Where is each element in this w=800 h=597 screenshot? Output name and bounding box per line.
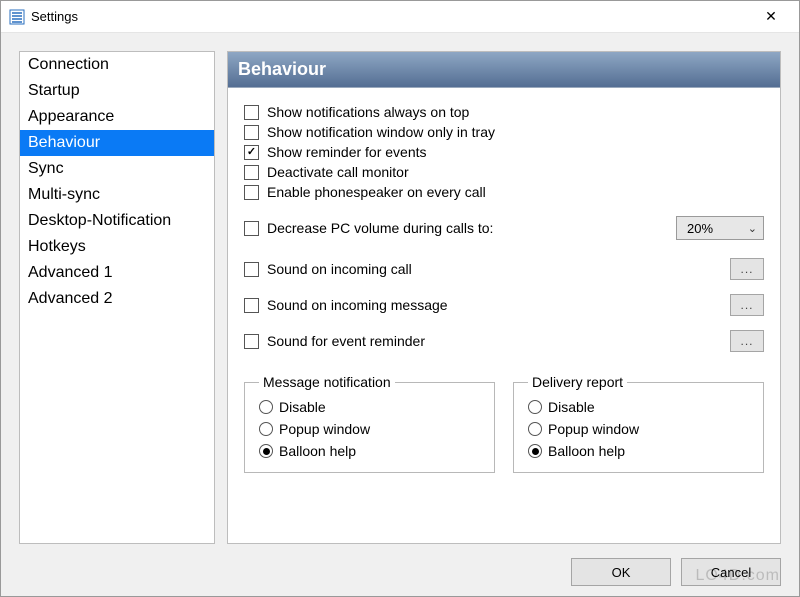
sidebar-item-label: Multi-sync: [28, 186, 100, 203]
sidebar-item-label: Advanced 1: [28, 264, 113, 281]
radio-row: Disable: [259, 396, 480, 418]
radio-row: Popup window: [528, 418, 749, 440]
sidebar-item-behaviour[interactable]: Behaviour: [20, 130, 214, 156]
sound-checkbox[interactable]: [244, 334, 259, 349]
radio-button[interactable]: [528, 444, 542, 458]
ok-button[interactable]: OK: [571, 558, 671, 586]
content-panel: Behaviour Show notifications always on t…: [227, 51, 781, 544]
radio-button[interactable]: [259, 400, 273, 414]
checkbox-label: Show notification window only in tray: [267, 122, 495, 142]
sound-checkbox[interactable]: [244, 298, 259, 313]
sidebar-item-label: Startup: [28, 82, 80, 99]
checkbox[interactable]: [244, 105, 259, 120]
checkbox-label: Show notifications always on top: [267, 102, 469, 122]
group-legend: Delivery report: [528, 374, 627, 390]
check-row: Enable phonespeaker on every call: [244, 182, 764, 202]
check-row: Deactivate call monitor: [244, 162, 764, 182]
volume-percent-select[interactable]: 20% ⌄: [676, 216, 764, 240]
radio-button[interactable]: [528, 422, 542, 436]
settings-window: Settings ✕ Connection Startup Appearance Be…: [0, 0, 800, 597]
radio-button[interactable]: [528, 400, 542, 414]
panel-body: Show notifications always on topShow not…: [228, 88, 780, 543]
check-row: Show notification window only in tray: [244, 122, 764, 142]
sidebar-item-label: Desktop-Notification: [28, 212, 171, 229]
sound-row: Sound on incoming message...: [244, 294, 764, 316]
check-row: Show notifications always on top: [244, 102, 764, 122]
sidebar-item-multi-sync[interactable]: Multi-sync: [20, 182, 214, 208]
sidebar-item-appearance[interactable]: Appearance: [20, 104, 214, 130]
checkbox-label: Show reminder for events: [267, 142, 427, 162]
checkbox-label: Enable phonespeaker on every call: [267, 182, 486, 202]
sidebar-item-sync[interactable]: Sync: [20, 156, 214, 182]
group-delivery-report: Delivery report DisablePopup windowBalloo…: [513, 374, 764, 473]
cancel-button[interactable]: Cancel: [681, 558, 781, 586]
sound-label: Sound for event reminder: [267, 333, 722, 349]
decrease-volume-checkbox[interactable]: [244, 221, 259, 236]
group-message-notification: Message notification DisablePopup windowB…: [244, 374, 495, 473]
radio-row: Balloon help: [528, 440, 749, 462]
sidebar-item-label: Behaviour: [28, 134, 100, 151]
sidebar-item-connection[interactable]: Connection: [20, 52, 214, 78]
browse-button[interactable]: ...: [730, 294, 764, 316]
window-title: Settings: [31, 9, 751, 24]
titlebar: Settings ✕: [1, 1, 799, 33]
volume-row: Decrease PC volume during calls to: 20% …: [244, 216, 764, 240]
sidebar-item-label: Advanced 2: [28, 290, 113, 307]
radio-label: Disable: [548, 396, 595, 418]
sound-list: Sound on incoming call...Sound on incomi…: [244, 244, 764, 352]
panes: Connection Startup Appearance Behaviour Sync…: [19, 51, 781, 544]
sidebar-item-hotkeys[interactable]: Hotkeys: [20, 234, 214, 260]
client-area: Connection Startup Appearance Behaviour Sync…: [1, 33, 799, 596]
check-list: Show notifications always on topShow not…: [244, 102, 764, 202]
radio-row: Popup window: [259, 418, 480, 440]
chevron-down-icon: ⌄: [748, 222, 757, 235]
radio-label: Balloon help: [548, 440, 625, 462]
sidebar-item-label: Connection: [28, 56, 109, 73]
sidebar-item-advanced-2[interactable]: Advanced 2: [20, 286, 214, 312]
sidebar-item-desktop-notification[interactable]: Desktop-Notification: [20, 208, 214, 234]
browse-button[interactable]: ...: [730, 258, 764, 280]
check-row: Show reminder for events: [244, 142, 764, 162]
sidebar-item-label: Sync: [28, 160, 64, 177]
sidebar-item-label: Appearance: [28, 108, 114, 125]
group-legend: Message notification: [259, 374, 395, 390]
checkbox-label: Deactivate call monitor: [267, 162, 409, 182]
close-icon: ✕: [765, 8, 777, 25]
radio-button[interactable]: [259, 422, 273, 436]
radio-button[interactable]: [259, 444, 273, 458]
radio-row: Disable: [528, 396, 749, 418]
sidebar-item-label: Hotkeys: [28, 238, 86, 255]
checkbox[interactable]: [244, 125, 259, 140]
sound-label: Sound on incoming message: [267, 297, 722, 313]
checkbox[interactable]: [244, 165, 259, 180]
radio-label: Popup window: [279, 418, 370, 440]
sound-label: Sound on incoming call: [267, 261, 722, 277]
radio-label: Disable: [279, 396, 326, 418]
dialog-buttons: OK Cancel: [19, 544, 781, 586]
sound-row: Sound for event reminder...: [244, 330, 764, 352]
radio-label: Balloon help: [279, 440, 356, 462]
sidebar-item-advanced-1[interactable]: Advanced 1: [20, 260, 214, 286]
sound-checkbox[interactable]: [244, 262, 259, 277]
app-icon: [9, 9, 25, 25]
close-button[interactable]: ✕: [751, 1, 791, 32]
volume-percent-value: 20%: [687, 221, 713, 236]
group-list: Message notificationDisablePopup windowB…: [244, 374, 764, 473]
decrease-volume-label: Decrease PC volume during calls to:: [267, 220, 668, 236]
panel-title: Behaviour: [228, 52, 780, 88]
checkbox[interactable]: [244, 185, 259, 200]
radio-label: Popup window: [548, 418, 639, 440]
sound-row: Sound on incoming call...: [244, 258, 764, 280]
sidebar-item-startup[interactable]: Startup: [20, 78, 214, 104]
category-list: Connection Startup Appearance Behaviour Sync…: [19, 51, 215, 544]
browse-button[interactable]: ...: [730, 330, 764, 352]
radio-row: Balloon help: [259, 440, 480, 462]
checkbox[interactable]: [244, 145, 259, 160]
